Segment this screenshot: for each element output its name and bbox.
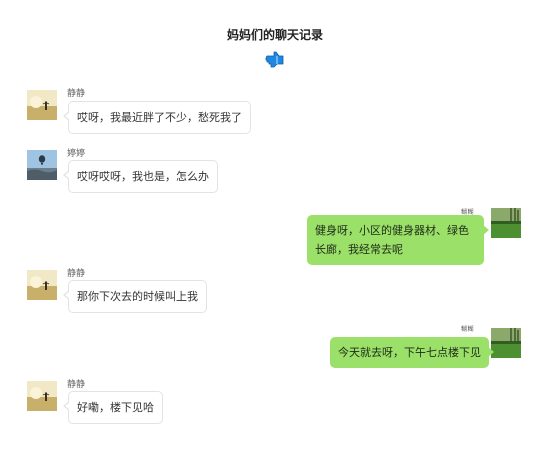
sunset-field-avatar bbox=[27, 90, 57, 120]
message-bubble: 那你下次去的时候叫上我 bbox=[63, 280, 207, 313]
sender-name: 糊糊 bbox=[461, 326, 475, 333]
sender-name: 静静 bbox=[67, 380, 86, 390]
hot-air-balloon-avatar bbox=[27, 150, 57, 180]
message-bubble: 好嘞，楼下见哈 bbox=[63, 391, 163, 424]
pointing-hand-icon bbox=[265, 51, 284, 68]
message-bubble: 哎呀，我最近胖了不少，愁死我了 bbox=[63, 101, 251, 134]
avatar[interactable] bbox=[491, 328, 521, 358]
sender-name: 婷婷 bbox=[67, 149, 86, 159]
message-bubble: 健身呀，小区的健身器材、绿色长廊，我经常去呢 bbox=[307, 215, 489, 265]
avatar[interactable] bbox=[27, 90, 57, 120]
message-bubble: 今天就去呀，下午七点楼下见 bbox=[330, 337, 494, 368]
avatar[interactable] bbox=[27, 381, 57, 411]
avatar[interactable] bbox=[27, 270, 57, 300]
sunset-field-avatar bbox=[27, 270, 57, 300]
sunset-field-avatar bbox=[27, 381, 57, 411]
avatar[interactable] bbox=[491, 208, 521, 238]
avatar[interactable] bbox=[27, 150, 57, 180]
green-lawn-avatar bbox=[491, 328, 521, 358]
message-bubble: 哎呀哎呀，我也是，怎么办 bbox=[63, 160, 218, 193]
page-title: 妈妈们的聊天记录 bbox=[226, 28, 323, 42]
green-lawn-avatar bbox=[491, 208, 521, 238]
sender-name: 静静 bbox=[67, 89, 86, 99]
sender-name: 静静 bbox=[67, 269, 86, 279]
